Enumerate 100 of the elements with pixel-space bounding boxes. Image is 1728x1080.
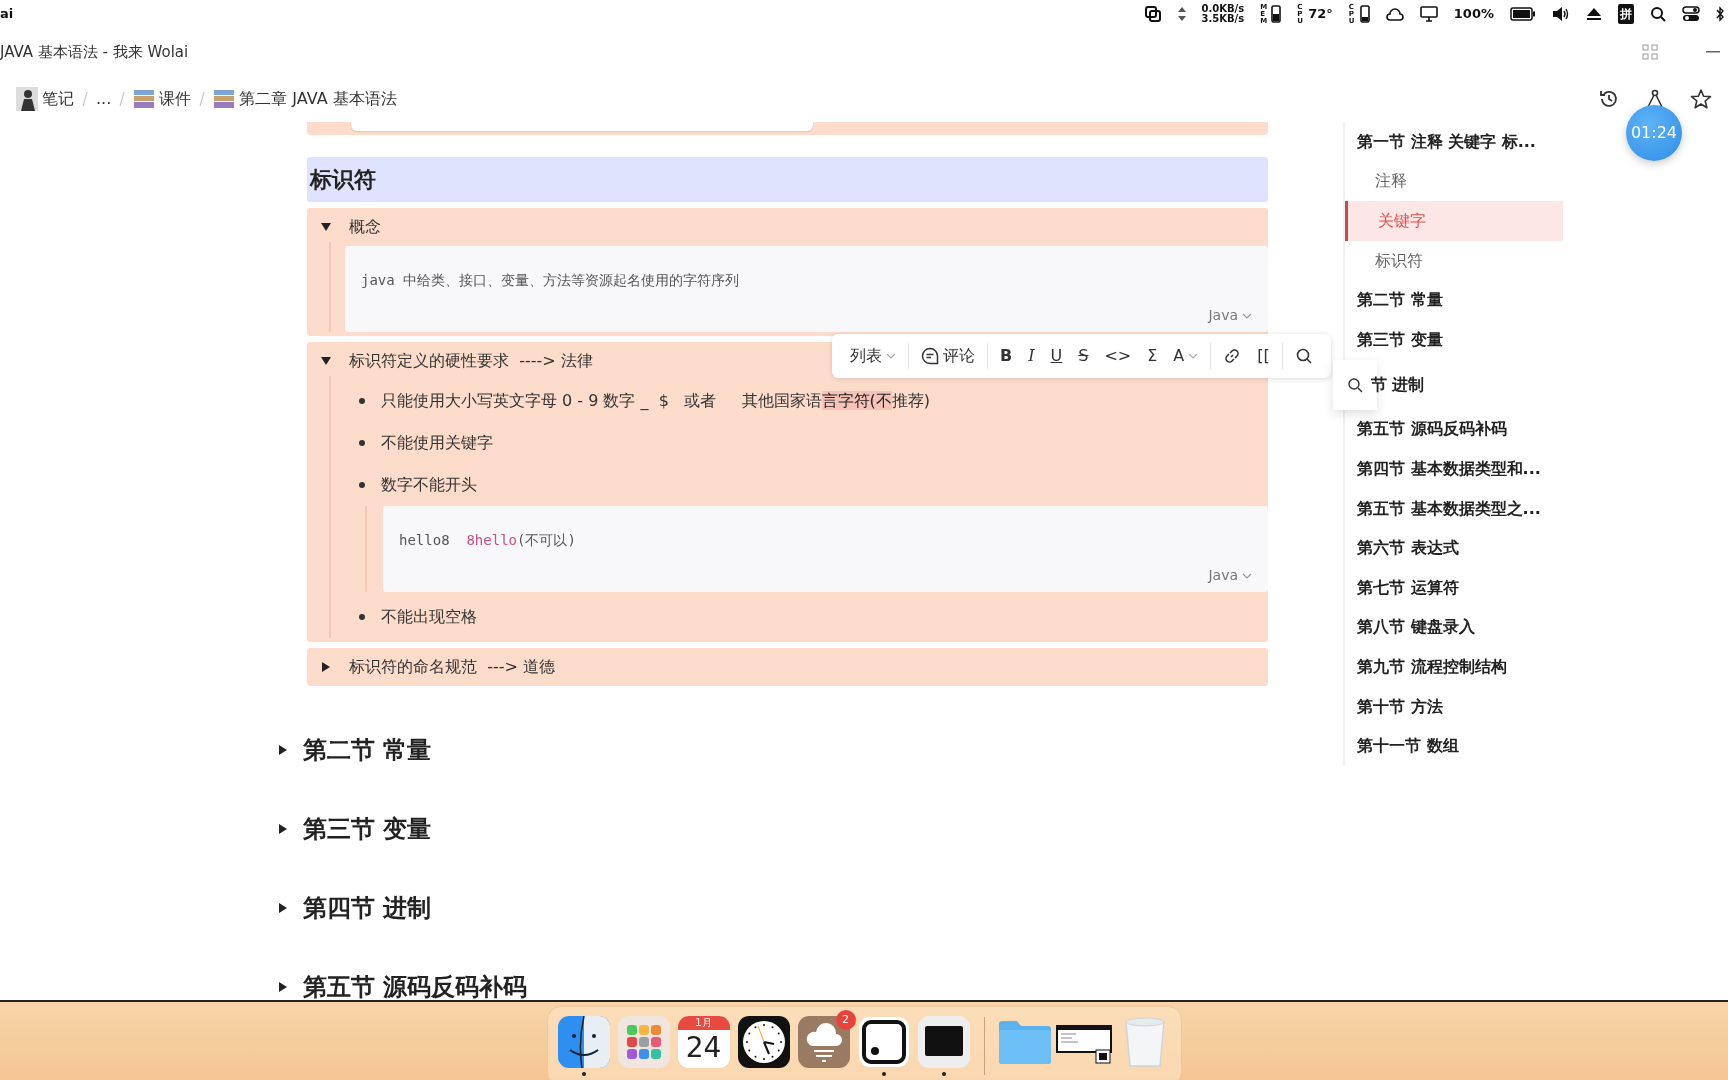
phone-icon: [1271, 5, 1282, 23]
network-speed: 0.0KB/s: [1201, 4, 1245, 14]
speech-bubble-icon: [921, 347, 939, 365]
outline-item[interactable]: 第一节 注释 关键字 标...: [1345, 122, 1563, 162]
chevron-down-icon[interactable]: [1242, 312, 1252, 320]
strikethrough-button[interactable]: S: [1070, 342, 1097, 370]
bluetooth-icon[interactable]: [1716, 6, 1724, 22]
outline-item[interactable]: 第三节 变量: [1345, 319, 1563, 360]
format-button[interactable]: <>: [1096, 342, 1140, 370]
format-button[interactable]: Σ: [1139, 342, 1166, 370]
figure-icon: [16, 87, 38, 111]
expand-toggle-icon[interactable]: [277, 822, 289, 835]
language-selector[interactable]: Java: [1208, 307, 1238, 323]
outline-item[interactable]: 节 进制: [1370, 364, 1563, 405]
italic-button[interactable]: I: [1020, 342, 1043, 370]
input-method-indicator[interactable]: 拼: [1618, 4, 1634, 24]
chevron-down-icon: [886, 352, 896, 360]
section-heading: 标识符: [307, 157, 1268, 202]
slash-separator-icon: [199, 91, 206, 107]
breadcrumb-link[interactable]: ...: [96, 87, 112, 111]
breadcrumb-link[interactable]: 课件: [133, 87, 192, 111]
phone-icon: [1359, 5, 1370, 23]
outline-item[interactable]: 标识符: [1345, 240, 1563, 281]
calendar-day: 24: [677, 1030, 730, 1066]
toggle-title[interactable]: 标识符定义的硬性要求 ----> 法律: [349, 349, 593, 373]
expand-toggle-icon[interactable]: [277, 743, 289, 756]
slash-separator-icon: [119, 91, 126, 107]
section-title: 第二节 常量: [303, 734, 432, 766]
clock-icon[interactable]: [737, 1016, 790, 1068]
volume-icon[interactable]: [1552, 6, 1570, 22]
battery-icon[interactable]: [1510, 7, 1536, 21]
notification-badge: 2: [835, 1010, 856, 1030]
battery-percentage: 100%: [1453, 5, 1494, 24]
outline-item[interactable]: 第八节 键盘录入: [1345, 607, 1563, 648]
list-item-text: 不能使用关键字: [381, 432, 493, 454]
breadcrumb-link[interactable]: 笔记: [16, 87, 74, 111]
expand-toggle-icon[interactable]: [277, 901, 289, 914]
outline-item[interactable]: 第五节 源码反码补码: [1345, 409, 1563, 450]
outline-item[interactable]: 第五节 基本数据类型之...: [1345, 488, 1563, 529]
outline-item[interactable]: 第二节 常量: [1345, 280, 1563, 320]
outline-item[interactable]: 注释: [1345, 161, 1563, 202]
list-item-text: 不能出现空格: [381, 606, 477, 628]
format-button[interactable]: [[: [1249, 342, 1278, 370]
list-item-text: 只能使用大小写英文字母 0 - 9 数字 _ $ 或者 其他国家语言字符(不推荐): [381, 390, 931, 412]
updown-arrows-icon: [1177, 7, 1186, 21]
search-icon: [1346, 376, 1363, 393]
eject-icon[interactable]: [1586, 7, 1602, 21]
link-icon: [1223, 347, 1242, 365]
book-stack-icon: [133, 88, 156, 110]
expand-toggle-icon[interactable]: [277, 980, 289, 993]
section-title: 第五节 源码反码补码: [303, 971, 528, 1000]
cloud-icon[interactable]: [1385, 7, 1404, 21]
outline-item[interactable]: 第十节 方法: [1345, 686, 1563, 727]
code-text: java 中给类、接口、变量、方法等资源起名使用的字符序列: [361, 272, 740, 288]
toggle-switches-icon[interactable]: [1682, 6, 1700, 22]
cpu-temperature: 72°: [1308, 5, 1333, 24]
dropdown-button[interactable]: A: [1165, 342, 1207, 370]
outline-item[interactable]: 第九节 流程控制结构: [1345, 647, 1563, 687]
section-title: 第三节 变量: [303, 813, 432, 845]
underline-button[interactable]: U: [1042, 342, 1071, 370]
running-indicator-icon: [941, 1072, 946, 1076]
book-stack-icon: [213, 88, 236, 110]
minimize-icon[interactable]: [1706, 51, 1720, 53]
bullet-icon: [359, 482, 365, 488]
calendar-month: 1月: [677, 1016, 730, 1030]
window-title: JAVA 基本语法 - 我来 Wolai: [0, 41, 189, 63]
outline-item[interactable]: 第十一节 数组: [1345, 726, 1563, 766]
outline-item[interactable]: 第四节 基本数据类型和...: [1345, 449, 1563, 489]
bold-button[interactable]: B: [992, 342, 1021, 370]
section-title: 第四节 进制: [303, 892, 432, 924]
toggle-title[interactable]: 标识符的命名规范 ---> 道德: [349, 655, 555, 679]
search-icon[interactable]: [1650, 6, 1666, 22]
comment-button[interactable]: 评论: [913, 342, 983, 370]
star-icon[interactable]: [1690, 88, 1712, 110]
terminal-icon[interactable]: [917, 1016, 970, 1068]
chevron-down-icon[interactable]: [1242, 572, 1252, 580]
bullet-icon: [359, 398, 365, 404]
app-menu-name[interactable]: ai: [0, 4, 14, 24]
sync-icon[interactable]: [1143, 5, 1162, 23]
outline-item[interactable]: 第七节 运算符: [1345, 567, 1563, 608]
monitor-icon[interactable]: [1419, 6, 1438, 22]
bullet-icon: [359, 614, 365, 620]
toggle-title[interactable]: 概念: [349, 215, 381, 239]
dropdown-button[interactable]: 列表: [842, 342, 904, 370]
smiling-face-icon[interactable]: [557, 1016, 610, 1068]
code-text: hello8 8hello(不可以): [399, 532, 576, 548]
history-icon[interactable]: [1598, 88, 1620, 110]
running-indicator-icon: [581, 1072, 586, 1076]
search-icon: [1294, 347, 1313, 365]
chevron-down-icon: [1188, 352, 1199, 360]
app-grid-icon[interactable]: [617, 1016, 670, 1068]
calendar-icon[interactable]: 1月 24: [677, 1016, 730, 1068]
breadcrumb-link[interactable]: 第二章 JAVA 基本语法: [213, 87, 397, 111]
outline-item[interactable]: 第六节 表达式: [1345, 528, 1563, 568]
running-indicator-icon: [881, 1072, 886, 1076]
dot-square-icon[interactable]: [857, 1016, 910, 1068]
bullet-icon: [359, 440, 365, 446]
language-selector[interactable]: Java: [1208, 567, 1238, 583]
network-speed: 3.5KB/s: [1201, 14, 1245, 24]
list-item-text: 数字不能开头: [381, 474, 477, 496]
